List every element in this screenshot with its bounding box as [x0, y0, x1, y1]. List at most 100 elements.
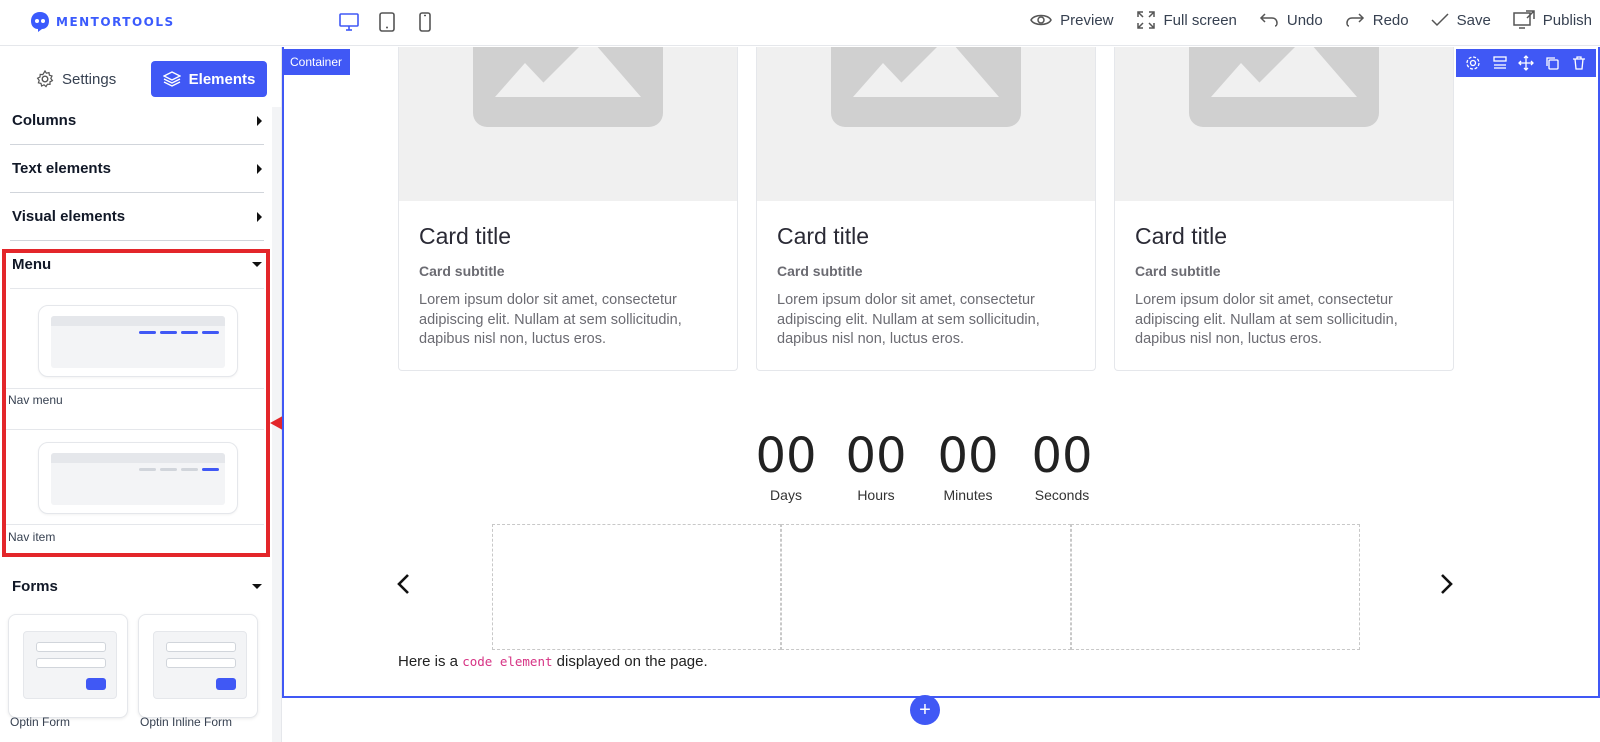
full-screen-button[interactable]: Full screen [1136, 10, 1237, 30]
card-subtitle: Card subtitle [1135, 263, 1221, 279]
card-title: Card title [419, 223, 512, 249]
action-bar: Preview Full screen Undo Redo Save Publi… [1030, 10, 1592, 30]
carousel-slide[interactable] [1070, 524, 1360, 650]
layout-icon[interactable] [1492, 55, 1508, 71]
tablet-icon [379, 12, 395, 32]
card-subtitle: Card subtitle [777, 263, 863, 279]
preview-input [36, 642, 106, 652]
optin-form-tile[interactable] [8, 614, 128, 718]
preview-button[interactable]: Preview [1030, 11, 1114, 29]
move-icon[interactable] [1518, 55, 1534, 71]
countdown-value: 00 [845, 428, 907, 484]
menu-highlight-box [2, 249, 270, 557]
publish-button[interactable]: Publish [1513, 10, 1592, 30]
tab-settings-label: Settings [62, 70, 117, 88]
countdown-label: Minutes [943, 487, 993, 503]
redo-button[interactable]: Redo [1345, 12, 1409, 29]
card[interactable]: Card title Card subtitle Lorem ipsum dol… [1114, 47, 1454, 371]
image-placeholder-icon [831, 47, 1021, 127]
code-text-before: Here is a [398, 653, 463, 670]
preview-submit [86, 678, 106, 690]
save-button[interactable]: Save [1431, 12, 1491, 29]
full-screen-label: Full screen [1163, 11, 1237, 29]
undo-icon [1259, 13, 1278, 27]
code-text-after: displayed on the page. [552, 653, 708, 670]
countdown-value: 00 [937, 428, 999, 484]
preview-label: Preview [1060, 11, 1114, 29]
countdown-label: Days [770, 487, 802, 503]
section-forms[interactable]: Forms [10, 562, 264, 610]
redo-label: Redo [1372, 11, 1409, 29]
optin-form-label: Optin Form [10, 715, 71, 729]
publish-label: Publish [1542, 11, 1592, 29]
card-image-placeholder [399, 47, 737, 201]
section-text-elements[interactable]: Text elements [10, 145, 264, 193]
card-body: Lorem ipsum dolor sit amet, consectetur … [1135, 292, 1398, 347]
desktop-icon [339, 13, 359, 31]
brand-name: MENTORTOOLS [56, 15, 175, 29]
tab-settings[interactable]: Settings [36, 61, 116, 97]
card-image-placeholder [757, 47, 1095, 201]
add-section-button[interactable]: + [910, 695, 940, 725]
gear-icon[interactable] [1465, 55, 1481, 71]
image-placeholder-icon [473, 47, 663, 127]
carousel-prev-icon[interactable] [396, 573, 412, 595]
mobile-view-button[interactable] [414, 11, 436, 33]
section-forms-label: Forms [12, 577, 58, 595]
trash-icon[interactable] [1571, 55, 1587, 71]
code-paragraph: Here is a code element displayed on the … [398, 653, 708, 670]
countdown-hours: 00 Hours [836, 427, 916, 503]
optin-form-preview [23, 631, 117, 699]
card-body: Lorem ipsum dolor sit amet, consectetur … [419, 292, 682, 347]
section-visual-elements[interactable]: Visual elements [10, 193, 264, 241]
undo-button[interactable]: Undo [1259, 12, 1323, 29]
card-subtitle: Card subtitle [419, 263, 505, 279]
expand-icon [1136, 11, 1155, 29]
tab-elements[interactable]: Elements [151, 61, 267, 97]
optin-inline-form-label: Optin Inline Form [140, 715, 233, 729]
card-title: Card title [1135, 223, 1228, 249]
layers-icon [162, 71, 181, 87]
caret-right-icon [257, 115, 262, 126]
tablet-view-button[interactable] [376, 11, 398, 33]
section-columns[interactable]: Columns [10, 97, 264, 145]
caret-down-icon [252, 583, 262, 589]
carousel-next-icon[interactable] [1438, 573, 1454, 595]
preview-input [36, 658, 106, 668]
preview-input [166, 658, 236, 668]
card[interactable]: Card title Card subtitle Lorem ipsum dol… [756, 47, 1096, 371]
inline-code: code element [462, 654, 553, 669]
countdown-label: Hours [857, 487, 895, 503]
countdown-value: 00 [755, 428, 817, 484]
brand-logo[interactable]: MENTORTOOLS [30, 11, 175, 33]
carousel-slide[interactable] [781, 524, 1071, 650]
card[interactable]: Card title Card subtitle Lorem ipsum dol… [398, 47, 738, 371]
countdown-seconds: 00 Seconds [1022, 427, 1102, 503]
top-bar: MENTORTOOLS Preview Full screen Undo Red… [0, 0, 1600, 46]
editor-canvas[interactable]: Container Card title Card subtitle Lorem… [282, 47, 1600, 742]
card-body: Lorem ipsum dolor sit amet, consectetur … [777, 292, 1040, 347]
container-toolbar [1456, 49, 1596, 77]
save-label: Save [1456, 11, 1491, 29]
preview-input [166, 642, 236, 652]
publish-icon [1513, 10, 1535, 29]
carousel-slides [492, 524, 1360, 650]
desktop-view-button[interactable] [338, 11, 360, 33]
mobile-icon [419, 12, 431, 32]
tab-elements-label: Elements [188, 70, 256, 88]
card-image-placeholder [1115, 47, 1453, 201]
redo-icon [1345, 13, 1364, 27]
logo-icon [31, 12, 49, 32]
gear-icon [36, 70, 54, 88]
container-badge[interactable]: Container [282, 49, 350, 75]
duplicate-icon[interactable] [1544, 55, 1560, 71]
eye-icon [1030, 14, 1052, 26]
countdown-label: Seconds [1034, 487, 1090, 503]
section-columns-label: Columns [12, 112, 77, 129]
section-visual-label: Visual elements [12, 208, 126, 225]
image-placeholder-icon [1189, 47, 1379, 127]
optin-inline-form-tile[interactable] [138, 614, 258, 718]
caret-right-icon [257, 163, 262, 174]
optin-inline-preview [153, 631, 247, 699]
carousel-slide[interactable] [492, 524, 782, 650]
